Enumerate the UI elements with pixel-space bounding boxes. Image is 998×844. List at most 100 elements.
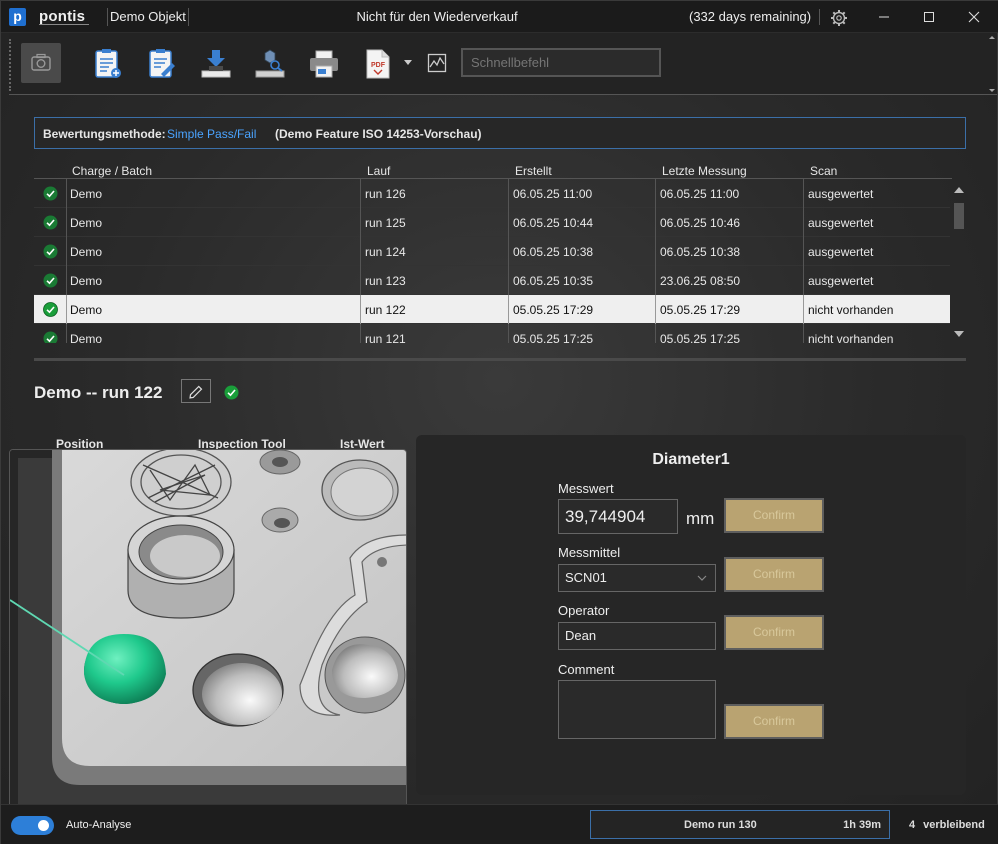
- minimize-icon[interactable]: [872, 5, 896, 29]
- upload-scan-icon[interactable]: [199, 47, 233, 81]
- comment-textarea[interactable]: [558, 680, 716, 739]
- print-icon[interactable]: [307, 47, 341, 81]
- table-row[interactable]: Demo run 125 06.05.25 10:44 06.05.25 10:46 a…: [34, 208, 950, 237]
- table-row[interactable]: Demo run 124 06.05.25 10:38 06.05.25 10:38 a…: [34, 237, 950, 266]
- toolbar-scroll-arrows[interactable]: [987, 33, 997, 95]
- cell-batch: Demo: [70, 216, 103, 230]
- cell-scan: nicht vorhanden: [808, 303, 894, 317]
- cell-batch: Demo: [70, 332, 103, 343]
- command-input[interactable]: [461, 48, 661, 77]
- column-separator: [66, 208, 67, 237]
- column-separator: [508, 324, 509, 343]
- col-header-batch[interactable]: Charge / Batch: [72, 164, 152, 178]
- column-separator: [508, 208, 509, 237]
- camera-button[interactable]: [21, 43, 61, 83]
- operator-input[interactable]: Dean: [558, 622, 716, 650]
- edit-report-icon[interactable]: [145, 47, 179, 81]
- cell-scan: ausgewertet: [808, 274, 874, 288]
- auto-analysis-toggle[interactable]: [11, 816, 54, 835]
- column-separator: [803, 295, 804, 324]
- column-separator: [655, 295, 656, 324]
- inspect-scan-icon[interactable]: [253, 47, 287, 81]
- column-separator: [655, 266, 656, 295]
- column-separator: [360, 208, 361, 237]
- cell-scan: ausgewertet: [808, 216, 874, 230]
- column-separator: [655, 237, 656, 266]
- cell-batch: Demo: [70, 303, 103, 317]
- cell-created: 05.05.25 17:29: [513, 303, 594, 317]
- queue-status[interactable]: Demo run 130 1h 39m: [590, 810, 890, 839]
- status-ok-icon: [43, 273, 58, 288]
- cell-last-measurement: 05.05.25 17:25: [660, 332, 741, 343]
- 3d-model-viewer[interactable]: [9, 449, 407, 814]
- column-separator: [803, 266, 804, 295]
- edit-run-button[interactable]: [181, 379, 211, 403]
- queue-time: 1h 39m: [843, 819, 881, 831]
- confirm-messwert-button[interactable]: Confirm: [724, 498, 824, 533]
- column-separator: [803, 208, 804, 237]
- auto-analysis-label: Auto-Analyse: [66, 819, 132, 831]
- col-header-scan[interactable]: Scan: [810, 164, 837, 178]
- table-row[interactable]: Demo run 122 05.05.25 17:29 05.05.25 17:29 n…: [34, 295, 950, 324]
- table-splitter[interactable]: [34, 358, 966, 361]
- table-row[interactable]: Demo run 126 06.05.25 11:00 06.05.25 11:00 a…: [34, 179, 950, 208]
- cell-run: run 123: [365, 274, 406, 288]
- feature-title: Diameter1: [652, 451, 730, 468]
- cell-created: 06.05.25 10:38: [513, 245, 594, 259]
- table-row[interactable]: Demo run 123 06.05.25 10:35 23.06.25 08:50 a…: [34, 266, 950, 295]
- col-header-last-measurement[interactable]: Letzte Messung: [662, 164, 747, 178]
- license-remaining: (332 days remaining): [689, 9, 812, 24]
- method-link[interactable]: Simple Pass/Fail: [167, 127, 256, 141]
- column-separator: [360, 179, 361, 208]
- messmittel-label: Messmittel: [558, 545, 621, 560]
- camera-icon: [31, 53, 51, 71]
- status-bar: Auto-Analyse Demo run 130 1h 39m 4 verble…: [1, 804, 998, 844]
- col-header-run[interactable]: Lauf: [367, 164, 390, 178]
- table-rows: Demo run 126 06.05.25 11:00 06.05.25 11:00 a…: [34, 179, 950, 343]
- gear-icon[interactable]: [830, 9, 848, 27]
- cell-last-measurement: 23.06.25 08:50: [660, 274, 741, 288]
- pencil-icon: [189, 385, 203, 399]
- messmittel-select[interactable]: SCN01: [558, 564, 716, 592]
- toolbar: PDF: [9, 33, 997, 95]
- detail-title: Demo -- run 122: [34, 383, 163, 402]
- column-separator: [66, 179, 67, 208]
- messwert-input[interactable]: 39,744904: [558, 499, 678, 534]
- column-separator: [803, 237, 804, 266]
- cell-last-measurement: 05.05.25 17:29: [660, 303, 741, 317]
- runs-table: Charge / Batch Lauf Erstellt Letzte Mess…: [34, 161, 966, 361]
- title-bar: p pontis Demo Objekt Nicht für den Wiede…: [1, 1, 998, 33]
- table-scrollbar[interactable]: [952, 183, 966, 343]
- remaining-count: 4: [909, 819, 916, 831]
- close-icon[interactable]: [962, 5, 986, 29]
- chart-icon[interactable]: [427, 53, 447, 73]
- maximize-icon[interactable]: [917, 5, 941, 29]
- cell-last-measurement: 06.05.25 11:00: [660, 187, 740, 201]
- chevron-down-icon[interactable]: [403, 59, 413, 67]
- status-ok-icon: [43, 331, 58, 343]
- brand-underline: [39, 24, 89, 25]
- col-header-created[interactable]: Erstellt: [515, 164, 552, 178]
- cell-run: run 124: [365, 245, 406, 259]
- column-separator: [66, 237, 67, 266]
- column-separator: [508, 295, 509, 324]
- operator-label: Operator: [558, 603, 610, 618]
- status-ok-icon: [43, 302, 58, 317]
- column-separator: [360, 266, 361, 295]
- pdf-export-icon[interactable]: PDF: [361, 47, 395, 81]
- confirm-messmittel-button[interactable]: Confirm: [724, 557, 824, 592]
- column-separator: [803, 179, 804, 208]
- method-label: Bewertungsmethode:: [43, 127, 166, 141]
- cell-batch: Demo: [70, 187, 103, 201]
- evaluation-method-bar: Bewertungsmethode: Simple Pass/Fail (Dem…: [34, 117, 966, 149]
- column-separator: [655, 208, 656, 237]
- column-separator: [508, 266, 509, 295]
- table-row[interactable]: Demo run 121 05.05.25 17:25 05.05.25 17:25 n…: [34, 324, 950, 343]
- confirm-operator-button[interactable]: Confirm: [724, 615, 824, 650]
- confirm-comment-button[interactable]: Confirm: [724, 704, 824, 739]
- remaining-status: 4 verbleibend: [909, 819, 985, 831]
- new-report-icon[interactable]: [91, 47, 125, 81]
- title-separator: [819, 9, 820, 25]
- column-separator: [803, 324, 804, 343]
- queue-run-name: Demo run 130: [684, 819, 757, 831]
